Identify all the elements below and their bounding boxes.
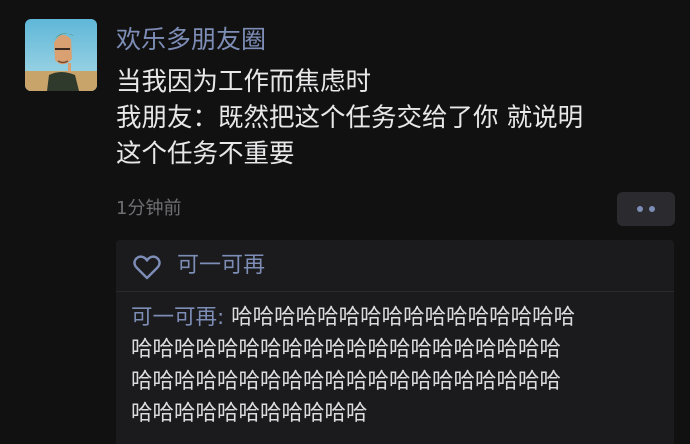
post-text-line: 当我因为工作而焦虑时 — [116, 67, 372, 97]
post-text-line: 我朋友：既然把这个任务交给了你 就说明 — [116, 103, 584, 133]
more-dots-icon — [649, 206, 655, 212]
post-text: 当我因为工作而焦虑时 我朋友：既然把这个任务交给了你 就说明 这个任务不重要 — [116, 64, 676, 172]
comment-text: 哈哈哈哈哈哈哈哈哈哈哈 — [131, 401, 368, 426]
comment[interactable]: 可一可再: 哈哈哈哈哈哈哈哈哈哈哈哈哈哈哈哈 哈哈哈哈哈哈哈哈哈哈哈哈哈哈哈哈哈… — [131, 302, 671, 430]
commenter-name[interactable]: 可一可再 — [131, 305, 217, 330]
post-text-line: 这个任务不重要 — [116, 139, 295, 169]
post-author-name[interactable]: 欢乐多朋友圈 — [116, 24, 266, 56]
avatar-image — [25, 19, 97, 91]
likes-comments-panel: 可一可再 可一可再: 哈哈哈哈哈哈哈哈哈哈哈哈哈哈哈哈 哈哈哈哈哈哈哈哈哈哈哈哈… — [116, 240, 674, 444]
comment-text: 哈哈哈哈哈哈哈哈哈哈哈哈哈哈哈哈哈哈哈哈 — [131, 369, 562, 394]
comment-text: 哈哈哈哈哈哈哈哈哈哈哈哈哈哈哈哈哈哈哈哈 — [131, 337, 562, 362]
comment-text: 哈哈哈哈哈哈哈哈哈哈哈哈哈哈哈哈 — [231, 305, 576, 330]
comment-separator: : — [217, 305, 232, 330]
likes-row: 可一可再 — [116, 240, 674, 292]
author-avatar[interactable] — [25, 19, 97, 91]
more-dots-icon — [637, 206, 643, 212]
heart-outline-icon — [133, 255, 161, 280]
post-timestamp: 1分钟前 — [116, 198, 182, 219]
liker-name[interactable]: 可一可再 — [177, 250, 265, 282]
more-options-button[interactable] — [617, 192, 675, 226]
